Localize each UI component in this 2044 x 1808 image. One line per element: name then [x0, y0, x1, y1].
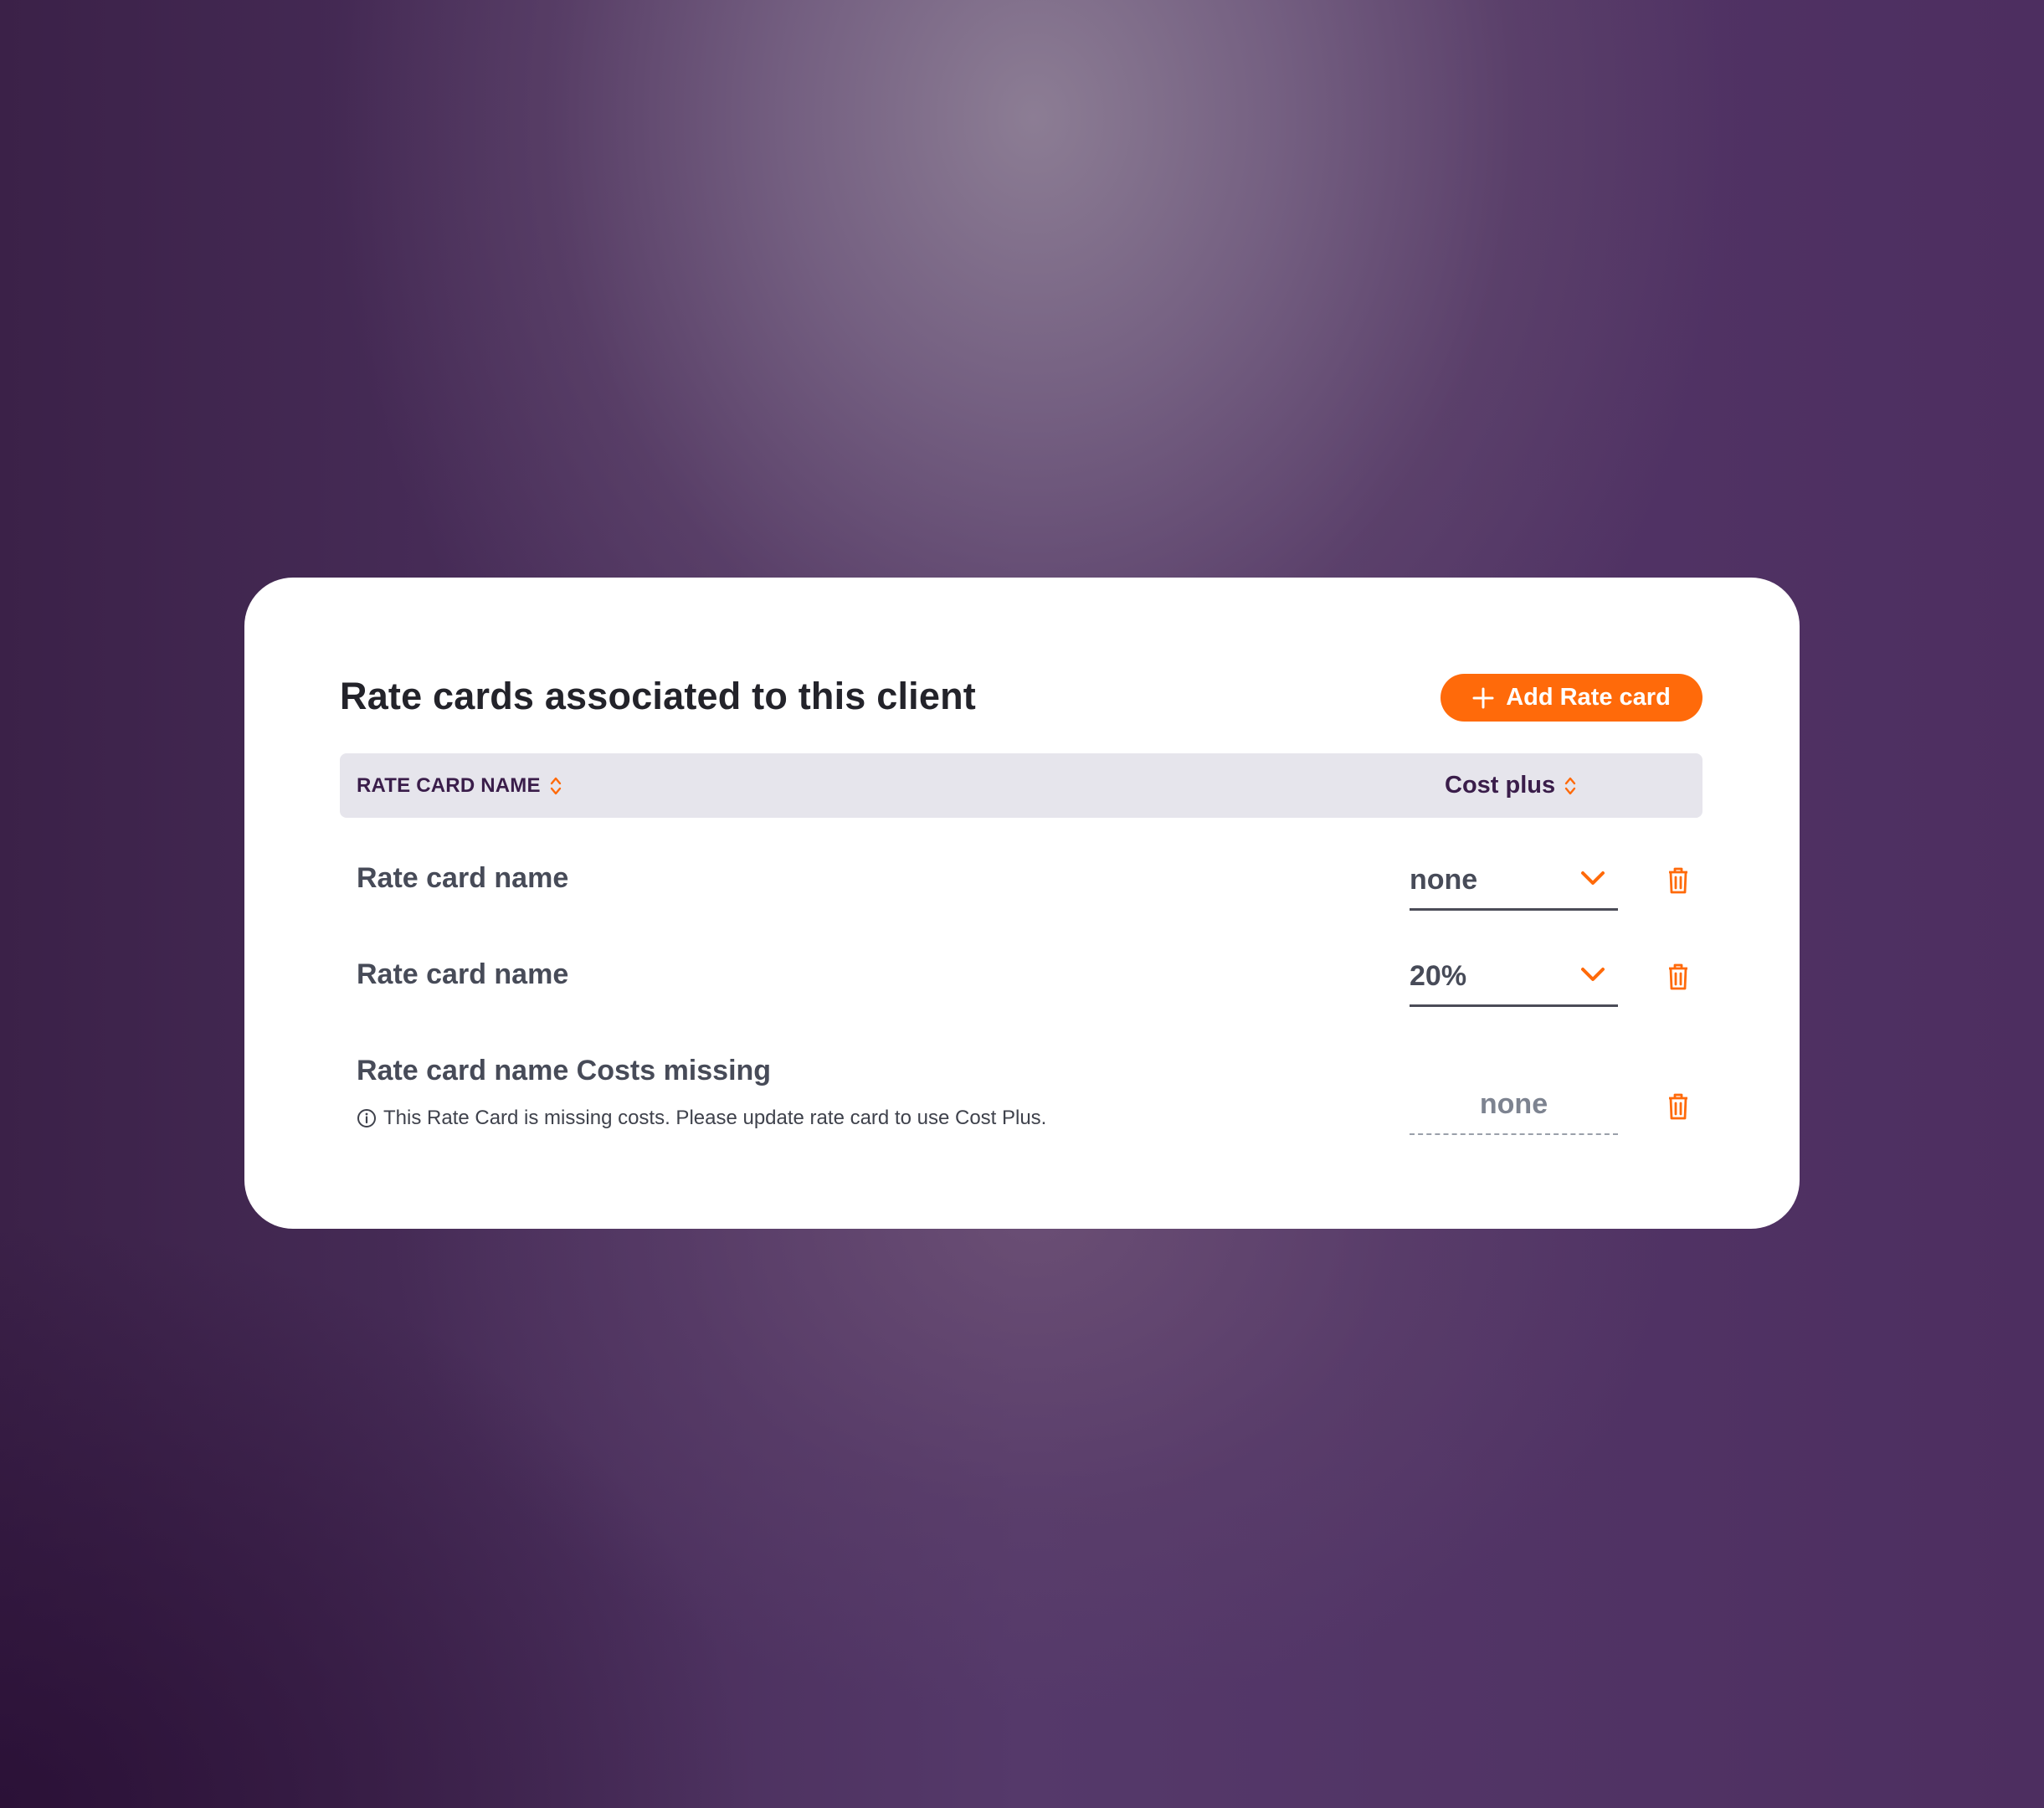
sort-icon — [1564, 777, 1576, 794]
column-header-rate-card-name-label: RATE CARD NAME — [357, 773, 541, 797]
table-row: Rate card name Costs missing This Rate C… — [340, 1055, 1702, 1155]
add-rate-card-button[interactable]: Add Rate card — [1441, 674, 1702, 722]
info-icon — [357, 1109, 376, 1127]
cost-plus-disabled-field: none — [1410, 1085, 1618, 1135]
cost-plus-dropdown[interactable]: none — [1410, 860, 1618, 911]
table-header: RATE CARD NAME Cost plus — [340, 753, 1702, 818]
missing-costs-warning: This Rate Card is missing costs. Please … — [357, 1107, 1046, 1130]
column-header-cost-plus-label: Cost plus — [1445, 772, 1556, 799]
plus-icon — [1472, 687, 1494, 708]
table-row: Rate card name 20% — [340, 958, 1702, 1025]
rate-card-name: Rate card name — [357, 958, 569, 990]
rate-cards-panel: Rate cards associated to this client Add… — [244, 578, 1800, 1229]
sort-icon — [550, 777, 561, 794]
rate-card-name: Rate card name — [357, 862, 569, 894]
cost-plus-dropdown[interactable]: 20% — [1410, 957, 1618, 1007]
trash-icon[interactable] — [1667, 1093, 1689, 1120]
column-header-rate-card-name[interactable]: RATE CARD NAME — [357, 753, 562, 818]
chevron-down-icon — [1581, 968, 1605, 981]
trash-icon[interactable] — [1667, 867, 1689, 894]
cost-plus-value: 20% — [1410, 960, 1467, 992]
chevron-down-icon — [1581, 871, 1605, 885]
add-rate-card-label: Add Rate card — [1506, 684, 1671, 711]
cost-plus-value: none — [1479, 1088, 1548, 1120]
trash-icon[interactable] — [1667, 963, 1689, 990]
rate-card-name: Rate card name Costs missing — [357, 1055, 772, 1086]
cost-plus-value: none — [1410, 864, 1478, 896]
panel-title: Rate cards associated to this client — [340, 675, 976, 717]
column-header-cost-plus[interactable]: Cost plus — [1445, 753, 1577, 818]
missing-costs-warning-text: This Rate Card is missing costs. Please … — [383, 1107, 1047, 1129]
table-row: Rate card name none — [340, 862, 1702, 929]
